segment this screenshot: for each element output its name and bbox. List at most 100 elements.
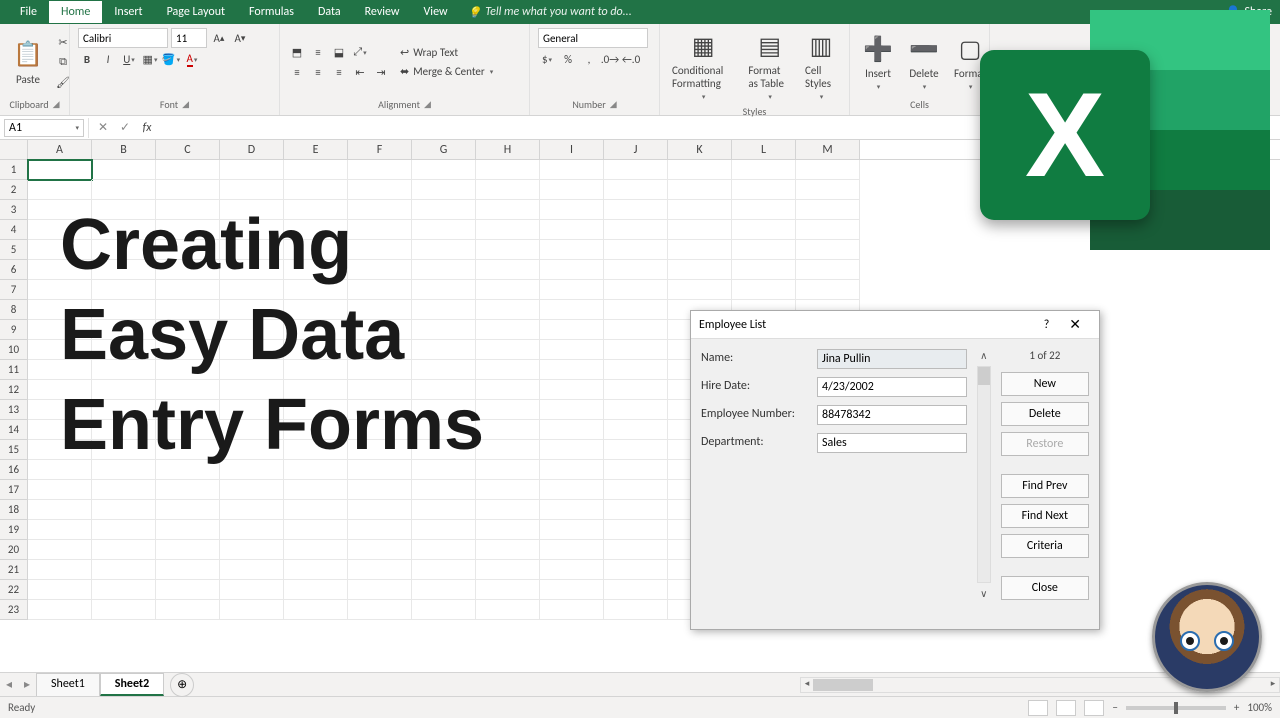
cell[interactable] <box>732 160 796 180</box>
cell[interactable] <box>156 500 220 520</box>
cell[interactable] <box>540 380 604 400</box>
cell[interactable] <box>540 440 604 460</box>
tab-data[interactable]: Data <box>306 1 353 23</box>
dialog-launcher-icon[interactable]: ◢ <box>53 99 60 110</box>
cell[interactable] <box>604 420 668 440</box>
cell[interactable] <box>540 460 604 480</box>
underline-button[interactable]: U▾ <box>120 50 138 68</box>
dialog-launcher-icon[interactable]: ◢ <box>424 99 431 110</box>
cell[interactable] <box>220 160 284 180</box>
new-record-button[interactable]: New <box>1001 372 1089 396</box>
cell[interactable] <box>476 520 540 540</box>
delete-button[interactable]: ➖Delete▾ <box>904 31 944 93</box>
cell[interactable] <box>732 180 796 200</box>
cell[interactable] <box>604 260 668 280</box>
cell[interactable] <box>284 560 348 580</box>
align-center-button[interactable]: ≡ <box>309 63 327 81</box>
cell[interactable] <box>540 420 604 440</box>
cell[interactable] <box>92 160 156 180</box>
cell[interactable] <box>604 460 668 480</box>
cell[interactable] <box>92 560 156 580</box>
zoom-slider[interactable] <box>1126 706 1226 710</box>
cell[interactable] <box>92 540 156 560</box>
insert-button[interactable]: ➕Insert▾ <box>858 31 898 93</box>
cell[interactable] <box>156 520 220 540</box>
cell[interactable] <box>476 420 540 440</box>
cell[interactable] <box>540 560 604 580</box>
dialog-help-button[interactable]: ? <box>1034 318 1060 332</box>
font-size-select[interactable] <box>171 28 207 48</box>
cell[interactable] <box>732 220 796 240</box>
scroll-up-icon[interactable]: ∧ <box>980 349 987 362</box>
cell[interactable] <box>284 180 348 200</box>
cell[interactable] <box>476 560 540 580</box>
cell[interactable] <box>220 180 284 200</box>
cell[interactable] <box>796 160 860 180</box>
cancel-formula-button[interactable]: ✕ <box>93 118 113 138</box>
cell[interactable] <box>540 280 604 300</box>
cell[interactable] <box>156 540 220 560</box>
cell[interactable] <box>796 180 860 200</box>
cell[interactable] <box>156 180 220 200</box>
dialog-close-button[interactable]: ✕ <box>1059 316 1091 333</box>
align-left-button[interactable]: ≡ <box>288 63 306 81</box>
italic-button[interactable]: I <box>99 50 117 68</box>
cell[interactable] <box>220 480 284 500</box>
cell[interactable] <box>476 180 540 200</box>
cell[interactable] <box>412 600 476 620</box>
cell[interactable] <box>796 280 860 300</box>
sheet-nav-prev[interactable]: ◂ <box>0 677 18 692</box>
restore-record-button[interactable]: Restore <box>1001 432 1089 456</box>
cell[interactable] <box>604 220 668 240</box>
cell[interactable] <box>540 540 604 560</box>
cell[interactable] <box>28 540 92 560</box>
cell[interactable] <box>156 580 220 600</box>
cell[interactable] <box>412 560 476 580</box>
decrease-decimal-button[interactable]: ←.0 <box>622 50 640 68</box>
fill-color-button[interactable]: 🪣▾ <box>162 50 180 68</box>
cell[interactable] <box>476 460 540 480</box>
row-header[interactable]: 10 <box>0 340 28 360</box>
cell[interactable] <box>28 160 92 180</box>
increase-indent-button[interactable]: ⇥ <box>372 63 390 81</box>
cell[interactable] <box>156 480 220 500</box>
cell[interactable] <box>476 440 540 460</box>
insert-function-button[interactable]: fx <box>137 118 157 138</box>
criteria-button[interactable]: Criteria <box>1001 534 1089 558</box>
row-header[interactable]: 15 <box>0 440 28 460</box>
cell[interactable] <box>540 360 604 380</box>
cell[interactable] <box>540 340 604 360</box>
name-box[interactable]: A1▾ <box>4 119 84 137</box>
cell[interactable] <box>540 220 604 240</box>
tell-me[interactable]: 💡 Tell me what you want to do... <box>468 5 632 19</box>
cell[interactable] <box>412 180 476 200</box>
row-header[interactable]: 5 <box>0 240 28 260</box>
row-header[interactable]: 11 <box>0 360 28 380</box>
zoom-in-button[interactable]: + <box>1234 701 1239 714</box>
align-bottom-button[interactable]: ⬓ <box>330 43 348 61</box>
cell[interactable] <box>476 280 540 300</box>
cell[interactable] <box>476 320 540 340</box>
column-header[interactable]: B <box>92 140 156 159</box>
page-break-view-button[interactable] <box>1084 700 1104 716</box>
find-prev-button[interactable]: Find Prev <box>1001 474 1089 498</box>
decrease-font-button[interactable]: A▾ <box>231 29 249 47</box>
cell[interactable] <box>348 560 412 580</box>
cell[interactable] <box>604 300 668 320</box>
cell[interactable] <box>284 500 348 520</box>
cell[interactable] <box>220 500 284 520</box>
cell[interactable] <box>604 380 668 400</box>
font-color-button[interactable]: A▾ <box>183 50 201 68</box>
cell[interactable] <box>220 540 284 560</box>
currency-button[interactable]: $▾ <box>538 50 556 68</box>
cell[interactable] <box>412 480 476 500</box>
cell[interactable] <box>220 560 284 580</box>
column-header[interactable]: K <box>668 140 732 159</box>
cell[interactable] <box>540 520 604 540</box>
merge-center-button[interactable]: ⬌Merge & Center▾ <box>396 63 497 80</box>
tab-home[interactable]: Home <box>49 1 102 23</box>
cell[interactable] <box>604 560 668 580</box>
cell-styles-button[interactable]: ▥Cell Styles▾ <box>801 28 841 103</box>
row-header[interactable]: 1 <box>0 160 28 180</box>
cell[interactable] <box>476 540 540 560</box>
